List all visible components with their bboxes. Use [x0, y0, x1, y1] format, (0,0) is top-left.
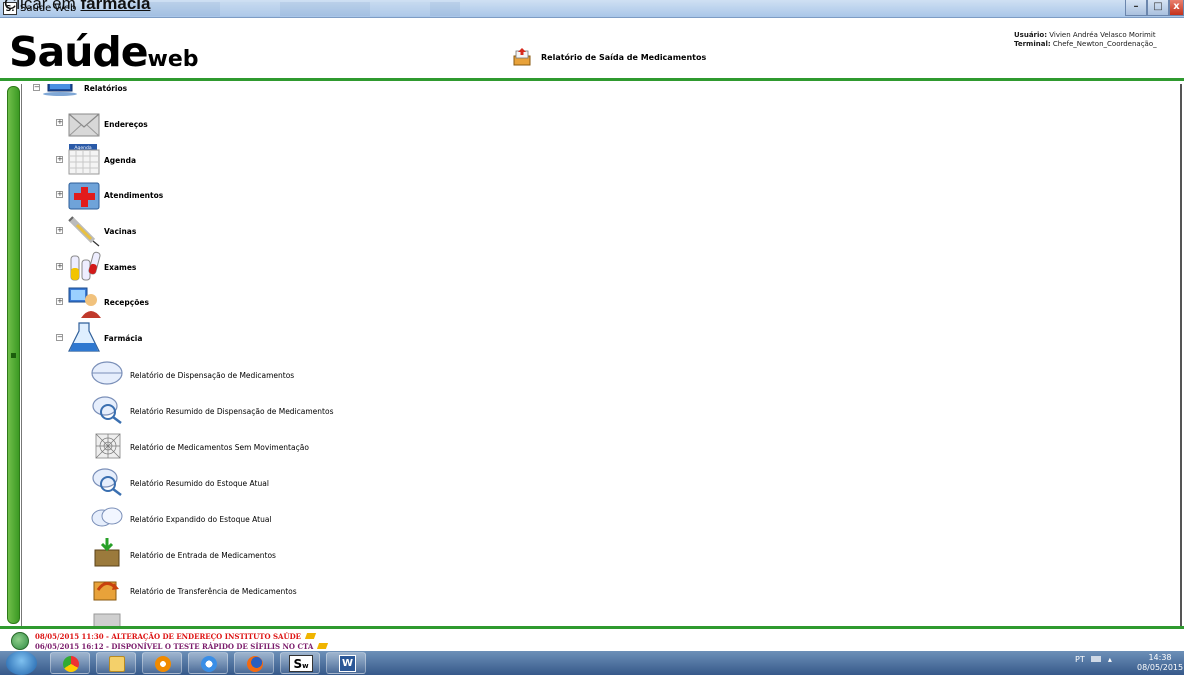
report-label: Relatório de Transferência de Medicament… — [130, 587, 297, 596]
logo-main: Saúde — [9, 28, 149, 76]
tree-root-label: Relatórios — [84, 84, 128, 93]
expand-icon[interactable]: + — [56, 156, 63, 163]
chrome-icon — [63, 656, 79, 672]
logo-small: web — [147, 47, 199, 72]
pill-zoom-icon — [92, 396, 122, 424]
report-label: Relatório Resumido de Dispensação de Med… — [130, 407, 334, 416]
user-info: Usuário: Vivien Andréa Velasco Morimit T… — [1014, 31, 1157, 49]
pill-zoom-icon — [92, 468, 122, 496]
keyboard-icon[interactable] — [1091, 656, 1102, 662]
tree-label-exames: Exames — [104, 263, 137, 272]
news-text: 08/05/2015 11:30 - ALTERAÇÃO DE ENDEREÇO… — [35, 632, 301, 641]
taskbar-clock[interactable]: 14:38 08/05/2015 — [1137, 653, 1183, 673]
clock-time: 14:38 — [1148, 653, 1172, 662]
report-label: Relatório de Medicamentos Sem Movimentaç… — [130, 443, 309, 452]
tray-arrow-icon[interactable]: ▴ — [1108, 655, 1112, 664]
media-player-icon — [155, 656, 171, 672]
explorer-folder-icon — [109, 656, 125, 672]
internet-explorer-icon — [201, 656, 217, 672]
language-indicator[interactable]: PT — [1075, 655, 1085, 664]
taskbar-word[interactable]: W — [326, 652, 366, 674]
saude-web-icon: Sw — [289, 655, 313, 672]
header-separator — [0, 78, 1184, 81]
page-title: Relatório de Saída de Medicamentos — [541, 53, 707, 62]
syringe-icon — [68, 216, 100, 247]
news-globe-icon — [11, 632, 29, 650]
tree-label-recepcoes: Recepções — [104, 298, 149, 307]
user-name: Vivien Andréa Velasco Morimit — [1049, 31, 1156, 39]
test-tubes-icon — [70, 251, 101, 281]
pills-icon — [91, 507, 123, 527]
tree-label-agenda: Agenda — [104, 156, 137, 165]
clock-date: 08/05/2015 — [1137, 663, 1184, 672]
word-icon: W — [339, 655, 356, 672]
start-button[interactable] — [6, 651, 37, 675]
tree-label-atendimentos: Atendimentos — [104, 191, 164, 200]
taskbar-explorer[interactable] — [96, 652, 136, 674]
tree-label-vacinas: Vacinas — [104, 227, 137, 236]
news-bar: 08/05/2015 11:30 - ALTERAÇÃO DE ENDEREÇO… — [0, 626, 1184, 651]
box-in-icon — [94, 538, 120, 567]
firefox-icon — [247, 656, 263, 672]
close-button[interactable]: x — [1169, 0, 1184, 16]
system-tray[interactable]: PT ▴ — [1075, 655, 1112, 664]
saude-web-window: S. Saúde Web – □ x Clicar em farmácia Sa… — [0, 0, 1184, 675]
expand-icon[interactable]: + — [56, 263, 63, 270]
taskbar-media-player[interactable] — [142, 652, 182, 674]
report-partial-icon — [93, 613, 121, 626]
news-item[interactable]: 06/05/2015 16:12 - DISPONÍVEL O TESTE RÁ… — [35, 642, 329, 651]
spiderweb-icon — [95, 433, 121, 459]
report-label: Relatório Expandido do Estoque Atual — [130, 515, 272, 524]
pencil-icon — [317, 643, 329, 649]
calendar-icon: Agenda — [68, 144, 100, 175]
monitor-icon — [43, 84, 77, 96]
report-label: Relatório de Dispensação de Medicamentos — [130, 371, 295, 380]
expand-icon[interactable]: + — [56, 227, 63, 234]
collapse-icon[interactable]: − — [56, 334, 63, 341]
user-label: Usuário: — [1014, 31, 1048, 39]
windows-taskbar: Sw W PT ▴ 14:38 08/05/2015 — [0, 651, 1184, 675]
taskbar-saude-web[interactable]: Sw — [280, 652, 320, 674]
caption-prefix: Clicar em — [4, 0, 81, 13]
terminal-name: Chefe_Newton_Coordenação_ — [1052, 40, 1157, 48]
news-item[interactable]: 08/05/2015 11:30 - ALTERAÇÃO DE ENDEREÇO… — [35, 632, 317, 641]
expand-icon[interactable]: + — [56, 191, 63, 198]
minimize-button[interactable]: – — [1125, 0, 1147, 16]
terminal-label: Terminal: — [1014, 40, 1051, 48]
collapse-icon[interactable]: − — [33, 84, 40, 91]
reception-icon — [68, 287, 101, 318]
reports-tree-panel: − Relatórios + Endereços + Agenda Agenda… — [21, 84, 1182, 626]
medical-folder-icon — [68, 182, 100, 210]
tutorial-caption: Clicar em farmácia — [4, 0, 150, 14]
taskbar-internet-explorer[interactable] — [188, 652, 228, 674]
pill-icon — [91, 361, 123, 385]
envelope-icon — [68, 113, 100, 137]
flask-icon — [68, 322, 100, 352]
news-text: 06/05/2015 16:12 - DISPONÍVEL O TESTE RÁ… — [35, 642, 314, 651]
collapse-arrow-icon — [11, 353, 16, 358]
caption-target: farmácia — [80, 0, 151, 13]
maximize-button[interactable]: □ — [1147, 0, 1169, 16]
report-out-icon — [513, 48, 531, 66]
taskbar-chrome[interactable] — [50, 652, 90, 674]
saude-web-logo: Saúdeweb — [9, 27, 199, 85]
expand-icon[interactable]: + — [56, 119, 63, 126]
transfer-icon — [93, 581, 119, 601]
report-label: Relatório Resumido do Estoque Atual — [130, 479, 269, 488]
window-titlebar: S. Saúde Web – □ x — [0, 0, 1184, 18]
tree-label-farmacia: Farmácia — [104, 334, 143, 343]
pencil-icon — [304, 633, 317, 639]
expand-icon[interactable]: + — [56, 298, 63, 305]
collapse-sidebar-handle[interactable] — [7, 86, 20, 624]
taskbar-firefox[interactable] — [234, 652, 274, 674]
report-label: Relatório de Entrada de Medicamentos — [130, 551, 276, 560]
tree-label-enderecos: Endereços — [104, 120, 148, 129]
background-tabs — [130, 2, 460, 16]
